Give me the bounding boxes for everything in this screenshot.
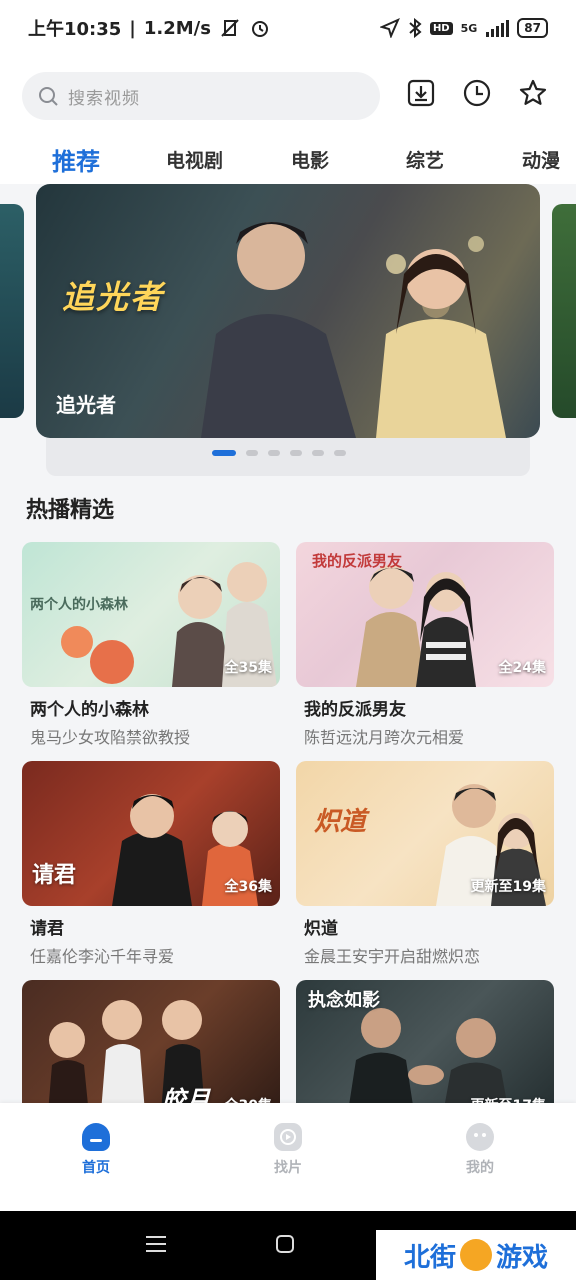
tab-recommend[interactable]: 推荐 (52, 142, 100, 177)
bottom-tab-label: 首页 (82, 1160, 110, 1176)
video-subtitle: 陈哲远沈月跨次元相爱 (304, 728, 465, 747)
carousel-dot (334, 450, 346, 456)
video-subtitle: 鬼马少女攻陷禁欲教授 (30, 728, 191, 747)
thumb-caption: 我的反派男友 (312, 552, 403, 570)
watermark-logo-icon (460, 1239, 492, 1271)
video-thumbnail: 请君 全36集 (22, 761, 280, 906)
video-card[interactable]: 请君 全36集 请君 任嘉伦李沁千年寻爱 (22, 761, 280, 967)
carousel-dot-active (212, 450, 236, 456)
alarm-icon (251, 21, 268, 37)
thumb-caption: 执念如影 (308, 990, 380, 1011)
video-subtitle: 金晨王安宇开启甜燃炽恋 (304, 947, 481, 966)
category-tabs: 推荐 电视剧 电影 综艺 动漫 (0, 140, 576, 180)
video-card[interactable]: 我的反派男友 全24集 我的反派男友 陈哲远沈月跨次元相爱 (296, 542, 554, 748)
history-icon[interactable] (462, 78, 492, 108)
video-thumbnail: 炽道 更新至19集 (296, 761, 554, 906)
watermark: 北街 游戏 (376, 1230, 576, 1280)
carousel-dot (290, 450, 302, 456)
video-subtitle: 任嘉伦李沁千年寻爱 (30, 947, 175, 966)
carousel-dot (268, 450, 280, 456)
banner-title: 追光者 (56, 393, 116, 417)
video-card[interactable]: 两个人的小森林 全35集 两个人的小森林 鬼马少女攻陷禁欲教授 (22, 542, 280, 748)
bottom-tab-browse[interactable]: 找片 (248, 1123, 328, 1177)
thumb-caption: 两个人的小森林 (30, 597, 128, 613)
signal-icon (486, 20, 510, 37)
home-icon (82, 1123, 110, 1151)
carousel-dot (246, 450, 258, 456)
status-time: 上午10:35 (28, 19, 122, 40)
watermark-text: 游戏 (496, 1242, 549, 1273)
banner-peek-right[interactable] (552, 204, 576, 418)
thumb-caption: 炽道 (314, 807, 367, 837)
tab-variety[interactable]: 综艺 (406, 146, 444, 173)
banner-logo: 追光者 (62, 278, 165, 316)
video-card[interactable]: 炽道 更新至19集 炽道 金晨王安宇开启甜燃炽恋 (296, 761, 554, 967)
bottom-tab-label: 找片 (274, 1160, 302, 1176)
video-thumbnail: 我的反派男友 全24集 (296, 542, 554, 687)
episode-badge: 全24集 (498, 660, 546, 676)
status-divider: | (129, 17, 136, 39)
tab-tv-series[interactable]: 电视剧 (166, 146, 223, 173)
video-title: 请君 (30, 919, 64, 939)
tab-anime[interactable]: 动漫 (522, 146, 560, 173)
bottom-tab-label: 我的 (466, 1160, 494, 1176)
section-title: 热播精选 (26, 498, 115, 523)
carousel-indicator (212, 450, 346, 456)
video-thumbnail: 两个人的小森林 全35集 (22, 542, 280, 687)
favorite-star-icon[interactable] (518, 78, 548, 108)
episode-badge: 更新至19集 (470, 879, 546, 895)
status-bar: 上午10:35 | 1.2M/s HD 5G 87 (0, 0, 576, 56)
profile-icon (466, 1123, 494, 1151)
network-label: 5G (460, 21, 478, 35)
battery-indicator: 87 (517, 18, 548, 38)
banner-peek-left[interactable] (0, 204, 24, 418)
banner-slide[interactable]: 追光者 追光者 (36, 184, 540, 438)
banner-carousel: 追光者 追光者 (0, 184, 576, 480)
search-placeholder: 搜索视频 (68, 88, 140, 109)
download-icon[interactable] (406, 78, 436, 108)
location-icon (379, 18, 400, 38)
video-title: 炽道 (304, 919, 338, 939)
top-bar: 搜索视频 推荐 电视剧 电影 综艺 动漫 (0, 56, 576, 184)
episode-badge: 全36集 (224, 879, 272, 895)
search-bar[interactable]: 搜索视频 (22, 72, 380, 120)
recent-apps-icon[interactable] (146, 1235, 166, 1253)
banner-shadow (46, 438, 530, 476)
thumb-caption: 请君 (32, 863, 77, 888)
video-title: 两个人的小森林 (30, 700, 149, 720)
carousel-dot (312, 450, 324, 456)
bluetooth-icon (409, 18, 422, 38)
bottom-tab-profile[interactable]: 我的 (440, 1123, 520, 1177)
video-title: 我的反派男友 (304, 700, 406, 720)
watermark-text: 北街 (403, 1242, 456, 1273)
hd-icon: HD (429, 21, 453, 35)
home-button-icon[interactable] (276, 1235, 294, 1253)
tab-movies[interactable]: 电影 (291, 146, 329, 173)
bottom-tab-home[interactable]: 首页 (56, 1123, 136, 1177)
play-icon (274, 1123, 302, 1151)
bottom-tab-bar: 首页 找片 我的 (0, 1103, 576, 1211)
mute-vibrate-icon (221, 19, 239, 37)
status-speed: 1.2M/s (143, 17, 211, 39)
search-icon (39, 87, 58, 106)
episode-badge: 全35集 (224, 660, 272, 676)
